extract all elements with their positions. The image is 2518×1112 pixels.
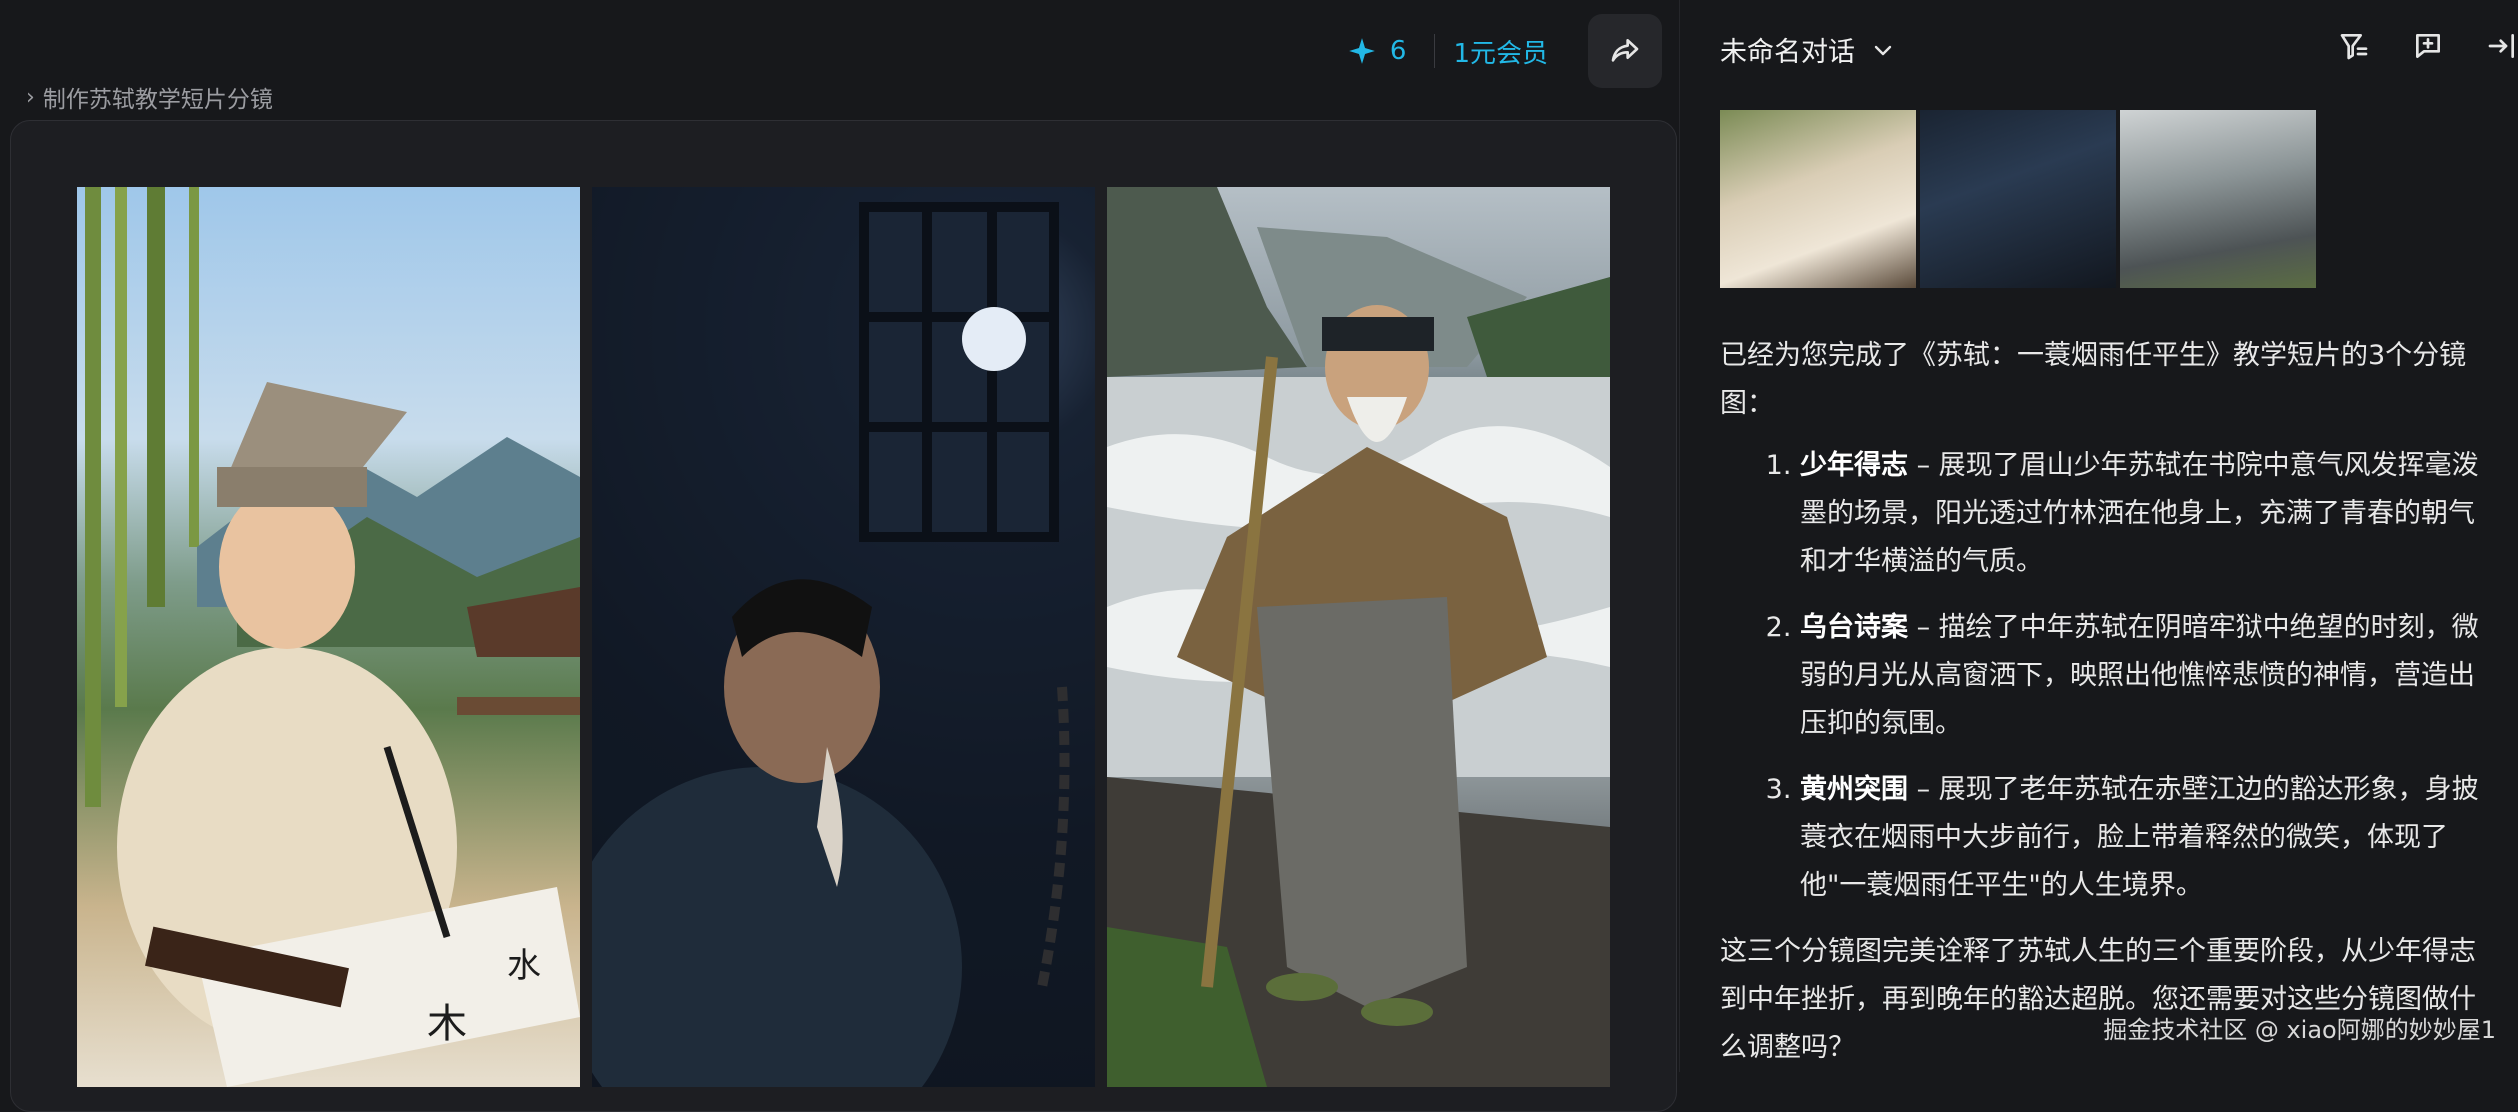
storyboard-thumbnails (1720, 110, 2316, 288)
chevron-down-icon (1874, 45, 1892, 55)
breadcrumb-text: 制作苏轼教学短片分镜 (42, 87, 273, 113)
list-item: 乌台诗案 – 描绘了中年苏轼在阴暗牢狱中绝望的时刻，微弱的月光从高窗洒下，映照出… (1800, 604, 2480, 748)
list-item: 少年得志 – 展现了眉山少年苏轼在书院中意气风发挥毫泼墨的场景，阳光透过竹林洒在… (1800, 442, 2480, 586)
frame-3-illustration (1107, 187, 1610, 1087)
share-icon (1611, 39, 1639, 62)
conversation-title-dropdown[interactable]: 未命名对话 (1720, 30, 1895, 69)
filter-icon[interactable] (2338, 30, 2370, 62)
list-item: 黄州突围 – 展现了老年苏轼在赤壁江边的豁达形象，身披蓑衣在烟雨中大步前行，脸上… (1800, 766, 2480, 910)
frame-2-illustration (592, 187, 1095, 1087)
member-link[interactable]: 1元会员 (1435, 33, 1588, 70)
credits-count: 6 (1389, 36, 1407, 66)
storyboard-frame-1[interactable]: 木 水 (77, 187, 580, 1087)
collapse-panel-icon[interactable] (2486, 30, 2518, 62)
breadcrumb[interactable]: › 制作苏轼教学短片分镜 (26, 80, 273, 114)
chat-pane: 未命名对话 已经为您完成了《苏轼：一蓑烟雨任平生》教学短片的3个分镜图： 1. … (1680, 0, 2518, 1072)
top-toolbar: 6 1元会员 (1348, 14, 1662, 88)
thumbnail-1[interactable] (1720, 110, 1916, 288)
storyboard-canvas: 木 水 (10, 120, 1677, 1112)
thumbnail-2[interactable] (1920, 110, 2116, 288)
sparkle-icon (1349, 38, 1375, 64)
message-closing: 这三个分镜图完美诠释了苏轼人生的三个重要阶段，从少年得志到中年挫折，再到晚年的豁… (1720, 936, 2476, 1063)
svg-text:木: 木 (427, 1001, 467, 1047)
chevron-right-icon: › (26, 84, 35, 110)
canvas-pane: 6 1元会员 › 制作苏轼教学短片分镜 木 水 (0, 0, 1680, 1112)
svg-text:水: 水 (507, 946, 541, 986)
assistant-message: 已经为您完成了《苏轼：一蓑烟雨任平生》教学短片的3个分镜图： 少年得志 – 展现… (1720, 332, 2480, 1072)
list-item-title: 乌台诗案 (1800, 612, 1908, 643)
credits-indicator[interactable]: 6 (1348, 36, 1435, 66)
conversation-title: 未命名对话 (1720, 37, 1855, 68)
chat-header-actions (2338, 30, 2518, 62)
list-item-title: 黄州突围 (1800, 774, 1908, 805)
thumbnail-3[interactable] (2120, 110, 2316, 288)
new-chat-icon[interactable] (2412, 30, 2444, 62)
message-intro: 已经为您完成了《苏轼：一蓑烟雨任平生》教学短片的3个分镜图： (1720, 340, 2467, 419)
share-button[interactable] (1588, 14, 1662, 88)
storyboard-list: 少年得志 – 展现了眉山少年苏轼在书院中意气风发挥毫泼墨的场景，阳光透过竹林洒在… (1720, 442, 2480, 910)
list-item-title: 少年得志 (1800, 450, 1908, 481)
storyboard-frame-3[interactable] (1107, 187, 1610, 1087)
storyboard-frame-2[interactable] (592, 187, 1095, 1087)
watermark: 掘金技术社区 @ xiao阿娜的妙妙屋1 (2103, 1016, 2496, 1044)
frame-1-illustration: 木 水 (85, 187, 580, 1087)
storyboard-frames: 木 水 (77, 187, 1610, 1087)
